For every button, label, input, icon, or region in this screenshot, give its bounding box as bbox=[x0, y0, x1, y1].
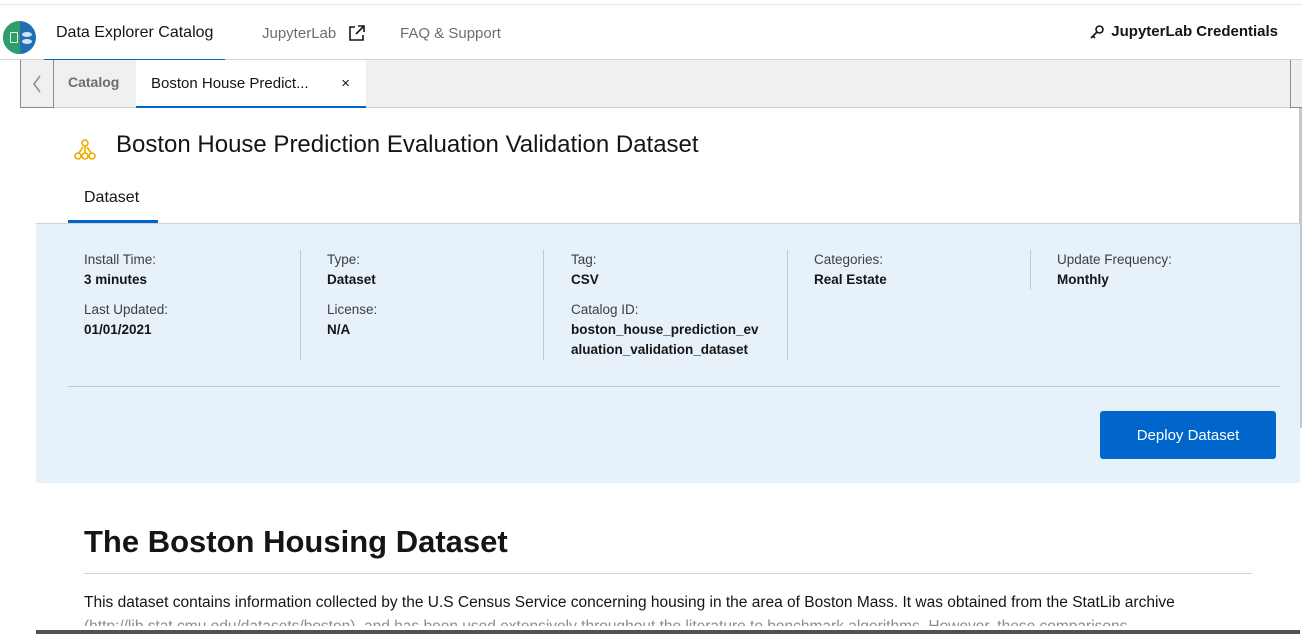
field-label: License: bbox=[327, 302, 378, 317]
field-license: License: N/A bbox=[327, 300, 377, 340]
tab-dataset[interactable]: Dataset bbox=[68, 180, 158, 224]
field-label: Catalog ID: bbox=[571, 302, 639, 317]
dataset-icon bbox=[74, 139, 96, 160]
field-value: 01/01/2021 bbox=[84, 322, 152, 337]
nav-tab-label: FAQ & Support bbox=[400, 24, 501, 42]
scroll-tabs-left-button[interactable] bbox=[20, 60, 54, 108]
field-value: Real Estate bbox=[814, 272, 887, 287]
tab-catalog[interactable]: Catalog bbox=[68, 74, 119, 90]
tab-label: Boston House Predict... bbox=[151, 74, 309, 92]
field-label: Last Updated: bbox=[84, 302, 169, 317]
field-value: N/A bbox=[327, 322, 351, 337]
field-label: Install Time: bbox=[84, 252, 157, 267]
jupyterlab-credentials-button[interactable]: JupyterLab Credentials bbox=[1089, 23, 1278, 40]
field-value: aluation_validation_dataset bbox=[571, 342, 749, 357]
field-last-updated: Last Updated: 01/01/2021 bbox=[84, 300, 168, 340]
field-type: Type: Dataset bbox=[327, 250, 376, 290]
field-value: 3 minutes bbox=[84, 272, 148, 287]
key-icon bbox=[1090, 24, 1105, 39]
content-paragraph-continued[interactable]: (http://lib.stat.cmu.edu/datasets/boston… bbox=[84, 616, 1234, 626]
divider bbox=[300, 250, 301, 360]
field-categories: Categories: Real Estate bbox=[814, 250, 887, 290]
field-value: CSV bbox=[571, 272, 599, 287]
nav-tab-label: Data Explorer Catalog bbox=[56, 24, 214, 41]
nav-tab-label: JupyterLab bbox=[262, 24, 337, 42]
field-update-frequency: Update Frequency: Monthly bbox=[1057, 250, 1172, 290]
scroll-tabs-right-button[interactable] bbox=[1290, 60, 1302, 108]
external-link-icon bbox=[349, 25, 366, 41]
deploy-dataset-button[interactable]: Deploy Dataset bbox=[1100, 411, 1276, 459]
tab-bar: Catalog Boston House Predict... × bbox=[20, 60, 1302, 108]
field-label: Categories: bbox=[814, 252, 884, 267]
chevron-left-icon bbox=[33, 75, 41, 92]
field-install-time: Install Time: 3 minutes bbox=[84, 250, 156, 290]
page-title: Boston House Prediction Evaluation Valid… bbox=[116, 131, 699, 158]
nav-tab-data-explorer-catalog[interactable]: Data Explorer Catalog bbox=[44, 5, 226, 62]
divider bbox=[68, 386, 1280, 387]
field-label: Tag: bbox=[571, 252, 597, 267]
field-value: Monthly bbox=[1057, 272, 1109, 287]
field-value: boston_house_prediction_ev bbox=[571, 322, 759, 337]
field-catalog-id: Catalog ID: boston_house_prediction_ev a… bbox=[571, 300, 759, 360]
content-heading: The Boston Housing Dataset bbox=[84, 524, 508, 559]
nav-tab-faq-support[interactable]: FAQ & Support bbox=[400, 5, 501, 61]
content-paragraph: This dataset contains information collec… bbox=[84, 594, 1175, 611]
tab-boston-house[interactable]: Boston House Predict... × bbox=[136, 60, 366, 108]
field-label: Type: bbox=[327, 252, 361, 267]
field-tag: Tag: CSV bbox=[571, 250, 599, 290]
divider bbox=[787, 250, 788, 360]
divider bbox=[543, 250, 544, 360]
credentials-label: JupyterLab Credentials bbox=[1111, 23, 1278, 40]
divider bbox=[1030, 250, 1031, 290]
field-label: Update Frequency: bbox=[1057, 252, 1172, 267]
nav-tab-jupyterlab[interactable]: JupyterLab bbox=[262, 5, 366, 61]
horizontal-scrollbar[interactable] bbox=[36, 630, 1300, 634]
divider bbox=[84, 573, 1252, 574]
field-value: Dataset bbox=[327, 272, 376, 287]
close-icon[interactable]: × bbox=[341, 75, 350, 92]
app-logo-icon[interactable] bbox=[3, 21, 36, 54]
dataset-info-panel: Install Time: 3 minutes Last Updated: 01… bbox=[36, 224, 1300, 483]
top-nav: Data Explorer Catalog JupyterLab FAQ & S… bbox=[0, 4, 1302, 62]
